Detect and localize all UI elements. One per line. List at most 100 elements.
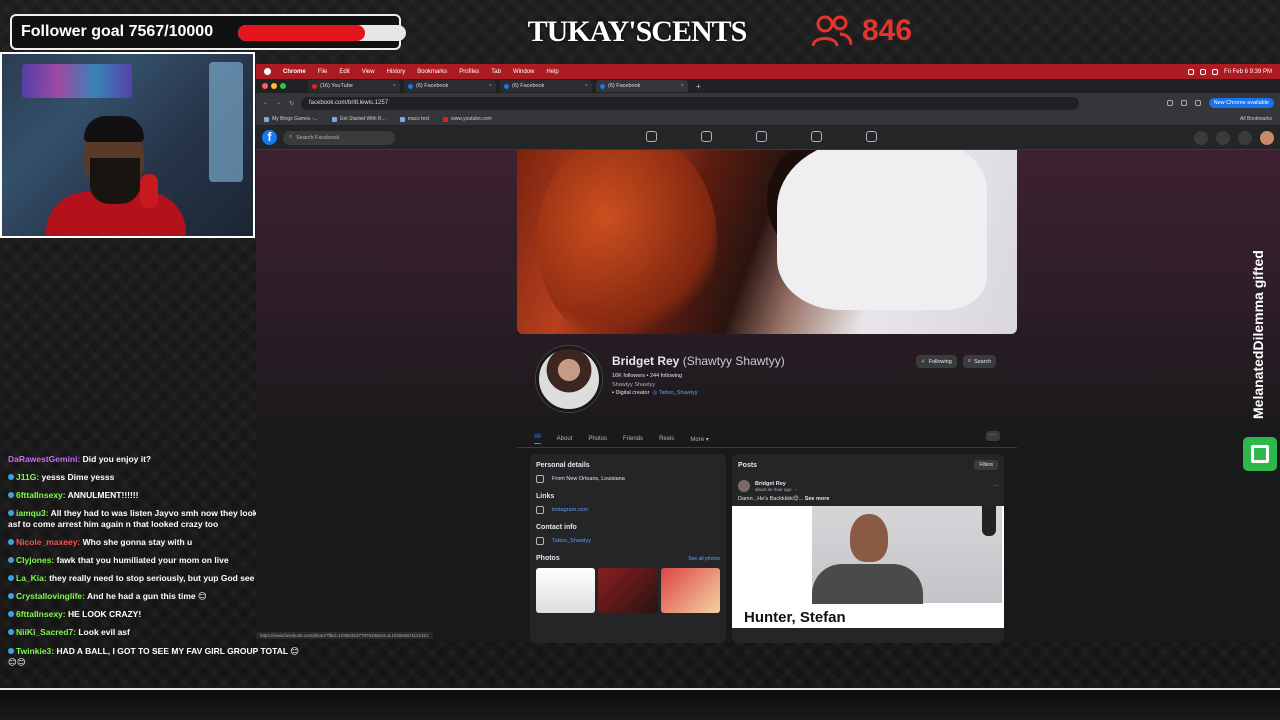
chat-badge-icon (8, 629, 14, 636)
post-author-avatar[interactable] (738, 480, 750, 492)
bookmark-star-icon[interactable] (1180, 100, 1187, 106)
all-bookmarks-button[interactable]: All Bookmarks (1240, 116, 1272, 122)
close-icon[interactable]: × (585, 83, 588, 89)
extension-icon[interactable] (1166, 100, 1173, 106)
see-more-link[interactable]: See more (805, 496, 830, 502)
photo-thumbnail[interactable] (660, 568, 720, 613)
mugshot-corner (982, 506, 996, 536)
chat-text: fawk that you humiliated your mom on liv… (54, 555, 229, 566)
chat-username[interactable]: J11G: (16, 472, 39, 482)
tab-more[interactable]: More ▾ (690, 436, 708, 443)
youtube-icon (312, 83, 317, 89)
profile-search-button[interactable]: ⌕ Search (962, 355, 997, 368)
tab-friends[interactable]: Friends (623, 436, 643, 442)
menu-bookmarks[interactable]: Bookmarks (417, 69, 447, 75)
close-icon[interactable]: × (489, 83, 492, 89)
profile-stats[interactable]: 16K followers • 244 following (612, 372, 698, 381)
marketplace-icon[interactable] (756, 131, 767, 142)
menu-help[interactable]: Help (546, 69, 558, 75)
chat-username[interactable]: DaRawestGemini: (8, 454, 80, 464)
gift-notification-text: MelanatedDilemma gifted (1250, 250, 1266, 420)
photo-thumbnail[interactable] (536, 568, 596, 613)
tab-youtube[interactable]: (16) YouTube × (308, 80, 400, 92)
see-all-photos-link[interactable]: See all photos (688, 556, 720, 562)
contact-link[interactable]: Tattoo_Shawtyy (552, 538, 591, 544)
cover-photo[interactable] (517, 150, 1017, 334)
chat-username[interactable]: La_Kia: (16, 573, 47, 583)
account-avatar[interactable] (1260, 130, 1274, 145)
post-options-icon[interactable]: ··· (993, 483, 999, 489)
bookmark-item[interactable]: My Bingo Games -... (264, 116, 318, 122)
close-icon[interactable]: × (393, 83, 396, 89)
battery-icon[interactable] (1199, 68, 1206, 75)
tab-facebook-1[interactable]: (6) Facebook × (404, 80, 496, 92)
facebook-search-input[interactable]: ⌕ Search Facebook (283, 130, 395, 145)
forward-icon[interactable]: → (275, 100, 282, 106)
tab-facebook-2[interactable]: (6) Facebook × (500, 80, 592, 92)
instagram-link[interactable]: instagram.com (552, 507, 588, 513)
tab-facebook-active[interactable]: (6) Facebook × (596, 80, 688, 92)
profile-search-label: Search (973, 358, 992, 365)
wifi-icon[interactable] (1187, 68, 1194, 75)
messenger-icon[interactable] (1216, 130, 1230, 145)
new-tab-button[interactable]: + (696, 82, 701, 91)
tab-all[interactable]: All (534, 434, 541, 444)
tab-photos[interactable]: Photos (588, 436, 607, 442)
post-time[interactable]: about an hour ago · ◦ (755, 487, 797, 492)
control-center-icon[interactable] (1211, 68, 1218, 75)
menu-app[interactable]: Chrome (283, 69, 306, 75)
facebook-logo-icon[interactable]: f (262, 130, 277, 145)
chat-username[interactable]: Twinkie3: (16, 646, 54, 656)
apple-icon[interactable] (264, 68, 271, 75)
menu-edit[interactable]: Edit (339, 69, 349, 75)
menu-grid-icon[interactable] (1194, 130, 1208, 145)
facebook-profile-page: Bridget Rey (Shawtyy Shawtyy) 16K follow… (256, 150, 1280, 643)
chat-username[interactable]: NiiKi_Sacred7: (16, 627, 76, 637)
chat-username[interactable]: iamqu3: (16, 508, 49, 518)
zoom-window-button[interactable] (280, 83, 286, 89)
chat-text: HE LOOK CRAZY! (65, 609, 142, 620)
close-window-button[interactable] (262, 83, 268, 89)
menu-profiles[interactable]: Profiles (459, 69, 479, 75)
notifications-icon[interactable] (1238, 130, 1252, 145)
chat-username[interactable]: Crystallovinglife: (16, 591, 85, 601)
home-icon[interactable] (646, 131, 657, 142)
tab-reels[interactable]: Reels (659, 436, 674, 442)
menu-view[interactable]: View (362, 69, 375, 75)
viewers-icon (812, 15, 852, 47)
minimize-window-button[interactable] (271, 83, 277, 89)
webcam-shelf (22, 64, 132, 98)
category-icon: ▪ (612, 390, 614, 397)
url-input[interactable]: facebook.com/britt.lewis.1257 (301, 96, 1079, 110)
bookmark-item[interactable]: www.youtube.com (443, 116, 492, 122)
profile-picture[interactable] (536, 346, 602, 412)
menu-file[interactable]: File (318, 69, 328, 75)
chat-username[interactable]: Nicole_maxeey: (16, 537, 80, 547)
chat-username[interactable]: Clyjones: (16, 555, 54, 565)
bookmark-item[interactable]: Get Started With R... (331, 116, 386, 122)
profile-more-button[interactable]: ··· (986, 431, 1000, 441)
following-button[interactable]: ✓ Following (916, 355, 957, 368)
sidebar-icon[interactable] (1194, 100, 1201, 106)
bookmark-item[interactable]: macs test (399, 116, 429, 122)
back-icon[interactable]: ← (262, 100, 269, 106)
menu-window[interactable]: Window (513, 69, 534, 75)
gaming-icon[interactable] (866, 131, 877, 142)
following-label: Following (928, 358, 952, 365)
close-icon[interactable]: × (681, 83, 684, 89)
menu-clock[interactable]: Fri Feb 6 9:39 PM (1224, 69, 1272, 75)
menu-tab[interactable]: Tab (491, 69, 501, 75)
chat-username[interactable]: 6fttallnsexy: (16, 490, 66, 500)
ads-icon[interactable] (811, 131, 822, 142)
contact-title: Contact info (536, 524, 577, 531)
chat-username[interactable]: 6fttallnsexy: (16, 609, 66, 619)
tab-about[interactable]: About (557, 436, 573, 442)
filters-button[interactable]: Filters (974, 460, 998, 470)
profile-instagram-link[interactable]: Tattoo_Shawtyy (659, 390, 698, 396)
photo-thumbnail[interactable] (598, 568, 658, 613)
reload-icon[interactable]: ↻ (288, 100, 295, 107)
post-image[interactable]: Hunter, Stefan (732, 506, 1004, 628)
chrome-update-button[interactable]: New Chrome available (1208, 98, 1274, 108)
menu-history[interactable]: History (387, 69, 406, 75)
video-icon[interactable] (701, 131, 712, 142)
